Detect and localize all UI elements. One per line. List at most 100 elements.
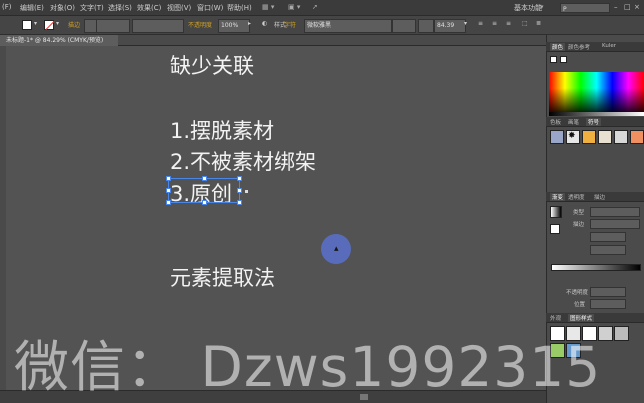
send-icon[interactable]: ➚	[312, 3, 318, 11]
cursor-arrow-icon: ▴	[334, 244, 339, 254]
style-icon[interactable]: ◐	[262, 20, 267, 27]
resize-handle[interactable]	[202, 176, 207, 181]
menu-object[interactable]: 对象(O)	[50, 3, 75, 13]
resize-handle[interactable]	[237, 200, 242, 205]
color-spectrum[interactable]	[549, 72, 644, 112]
arrange-icon[interactable]: ▣ ▾	[288, 3, 300, 11]
tab-transparency[interactable]: 透明度	[568, 193, 585, 201]
symbol-swatch[interactable]	[614, 130, 628, 144]
opacity-stop-label: 不透明度	[566, 290, 589, 296]
graphic-style-swatch[interactable]	[614, 326, 629, 341]
menu-bar: (F) 编辑(E) 对象(O) 文字(T) 选择(S) 效果(C) 视图(V) …	[0, 0, 644, 16]
opacity-field[interactable]: 100%	[218, 19, 250, 33]
resize-handle[interactable]	[237, 176, 242, 181]
artboard-text-line-4[interactable]: 元素提取法	[170, 262, 275, 292]
grayscale-strip[interactable]	[549, 112, 644, 116]
tab-symbols[interactable]: 符号	[586, 118, 602, 126]
font-family-select[interactable]: 微软雅黑	[304, 19, 392, 33]
align-left-icon[interactable]: ≡	[478, 20, 483, 27]
color-panel-tabs: 颜色 颜色参考 Kuler	[546, 42, 644, 52]
symbol-swatch[interactable]	[582, 130, 596, 144]
menu-type[interactable]: 文字(T)	[80, 3, 104, 13]
symbol-swatch[interactable]	[630, 130, 644, 144]
gradient-type-label: 类型	[573, 210, 585, 216]
search-input[interactable]: P	[560, 3, 610, 13]
artboard-text-heading[interactable]: 缺少关联	[170, 50, 254, 80]
tab-color[interactable]: 颜色	[550, 43, 566, 51]
stroke-swatch[interactable]	[44, 20, 55, 31]
anchor-point	[245, 190, 248, 193]
menu-effect[interactable]: 效果(C)	[137, 3, 161, 13]
chevron-down-icon[interactable]: ▾	[34, 20, 37, 27]
chevron-right-icon[interactable]: ▸	[248, 20, 251, 27]
resize-handle[interactable]	[166, 176, 171, 181]
opacity-label[interactable]: 不透明度	[188, 20, 212, 29]
font-size-field[interactable]: 84.39	[434, 19, 466, 33]
splat-icon: ✸	[568, 131, 576, 141]
artboard-text-line-2[interactable]: 2.不被素材绑架	[170, 146, 316, 176]
fill-swatch[interactable]	[22, 20, 32, 30]
font-style-select[interactable]	[392, 19, 416, 33]
font-size-stepper[interactable]	[418, 19, 434, 33]
maximize-icon[interactable]: □	[624, 3, 631, 11]
resize-handle[interactable]	[237, 188, 242, 193]
bridge-icon[interactable]: ▦ ▾	[262, 3, 274, 11]
minimize-icon[interactable]: –	[614, 3, 618, 11]
document-tab[interactable]: 未标题-1* @ 84.29% (CMYK/预览)	[0, 35, 118, 46]
menu-edit[interactable]: 编辑(E)	[20, 3, 44, 13]
stroke-weight-select[interactable]	[96, 19, 130, 33]
menu-help[interactable]: 帮助(H)	[227, 3, 252, 13]
tab-brushes[interactable]: 画笔	[568, 118, 579, 126]
tab-stroke[interactable]: 描边	[594, 193, 605, 201]
artboard-text-line-1[interactable]: 1.摆脱素材	[170, 115, 274, 145]
selection-bounding-box[interactable]	[166, 176, 242, 205]
tab-color-guide[interactable]: 颜色参考	[568, 43, 590, 51]
stop-location-field[interactable]	[590, 299, 626, 309]
symbol-swatch[interactable]	[550, 130, 564, 144]
menu-select[interactable]: 选择(S)	[108, 3, 132, 13]
menu-view[interactable]: 视图(V)	[167, 3, 191, 13]
variable-width-select[interactable]	[132, 19, 184, 33]
swatch-panel-tabs: 色板 画笔 符号	[546, 117, 644, 127]
transform-icon[interactable]: ⬚	[522, 20, 528, 27]
cursor-highlight: ▴	[321, 234, 351, 264]
tab-appearance[interactable]: 外观	[550, 314, 561, 322]
tab-gradient[interactable]: 渐变	[550, 193, 566, 201]
stroke-swatch[interactable]	[560, 56, 567, 63]
watermark: 微信： Dzws1992315	[14, 335, 602, 399]
gradient-slider[interactable]	[551, 264, 641, 271]
gradient-stroke-select[interactable]	[590, 219, 640, 229]
char-label[interactable]: 字符	[284, 20, 296, 29]
stroke-label[interactable]: 描边	[68, 20, 80, 29]
menu-window[interactable]: 窗口(W)	[197, 3, 223, 13]
gradient-type-select[interactable]	[590, 207, 640, 217]
chevron-down-icon[interactable]: ▾	[56, 20, 59, 27]
fill-swatch[interactable]	[550, 56, 557, 63]
tab-swatches[interactable]: 色板	[550, 118, 561, 126]
menu-file[interactable]: (F)	[2, 3, 12, 11]
align-right-icon[interactable]: ≡	[506, 20, 511, 27]
tab-graphic-styles[interactable]: 图形样式	[568, 314, 595, 322]
align-center-icon[interactable]: ≡	[492, 20, 497, 27]
symbol-swatch[interactable]: ✸	[566, 130, 580, 144]
resize-handle[interactable]	[166, 188, 171, 193]
stop-opacity-field[interactable]	[590, 287, 626, 297]
gradient-angle-field[interactable]	[590, 232, 626, 242]
control-bar: ▾ ▾ 描边 不透明度 100% ▸ ◐ 样式 字符 微软雅黑 84.39 ▾ …	[0, 16, 644, 35]
chevron-down-icon[interactable]: ▾	[540, 3, 544, 11]
resize-handle[interactable]	[166, 200, 171, 205]
chevron-down-icon[interactable]: ▾	[464, 20, 467, 27]
search-icon: P	[563, 6, 567, 13]
symbol-swatch[interactable]	[598, 130, 612, 144]
location-stop-label: 位置	[574, 302, 586, 308]
stroke-swatch[interactable]	[550, 224, 560, 234]
resize-handle[interactable]	[202, 200, 207, 205]
panel-menu-icon[interactable]: ≣	[536, 20, 541, 27]
gradient-aspect-field[interactable]	[590, 245, 626, 255]
gradient-preview[interactable]	[550, 206, 562, 218]
workspace-switcher[interactable]: 基本功能	[514, 3, 542, 13]
close-icon[interactable]: ×	[634, 3, 640, 11]
symbol-toolbar	[550, 148, 642, 156]
gradient-stroke-label: 描边	[573, 222, 585, 228]
tab-kuler[interactable]: Kuler	[602, 43, 616, 49]
